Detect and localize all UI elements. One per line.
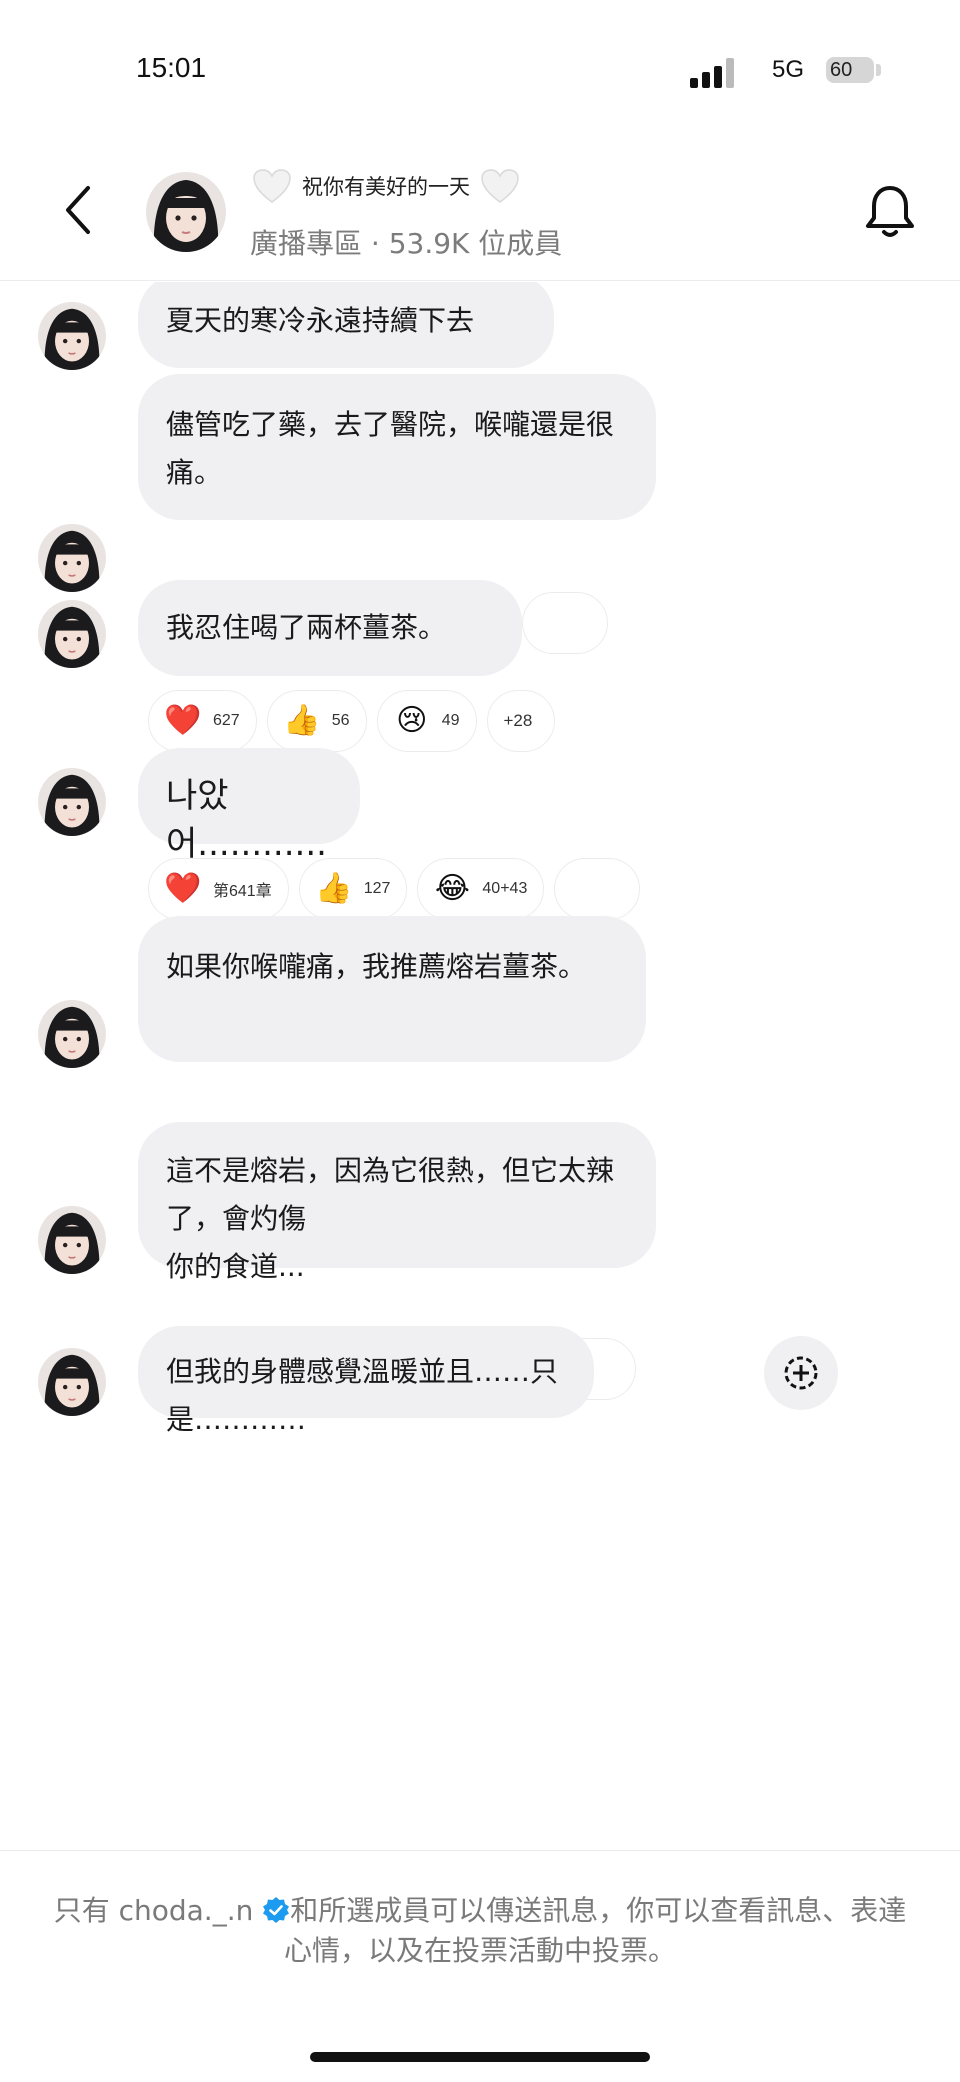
reaction-chip[interactable]: 😂 40+43	[417, 858, 545, 920]
message-bubble[interactable]: 這不是熔岩，因為它很熱，但它太辣了，會灼傷 你的食道...	[138, 1122, 656, 1283]
status-time: 15:01	[136, 52, 207, 83]
reaction-count: +28	[503, 711, 533, 730]
reaction-count: 127	[363, 880, 391, 897]
sender-avatar[interactable]	[38, 600, 106, 668]
footer-notice-area: 只有 choda._.n 和所選成員可以傳送訊息，你可以查看訊息、表達心情，以及…	[0, 1850, 960, 2082]
laughing-tears-icon: 😂	[434, 871, 470, 906]
sender-avatar[interactable]	[38, 1206, 106, 1274]
crying-face-icon: 😢	[396, 703, 428, 738]
add-reaction-button[interactable]	[764, 1336, 838, 1410]
message-item: 但我的身體感覺溫暖並且……只是…………	[0, 1326, 960, 1596]
thumbs-up-icon: 👍	[283, 703, 321, 738]
channel-header: 祝你有美好的一天 廣播專區 · 53.9K 位成員	[0, 140, 960, 281]
chevron-left-icon	[66, 186, 90, 234]
reaction-chip[interactable]: +28	[486, 690, 555, 752]
reaction-chip[interactable]: 👍 56	[266, 690, 367, 752]
reaction-count: 第641章	[213, 883, 272, 900]
network-label: 5G	[772, 56, 805, 83]
sender-avatar[interactable]	[38, 302, 106, 370]
sender-avatar[interactable]	[38, 1348, 106, 1416]
reaction-count: 56	[331, 712, 350, 729]
message-item: 나았어............ ❤️ 第641章 👍 127 😂 40+43	[0, 748, 960, 928]
notice-text-pre: 只有 choda._.n	[53, 1894, 263, 1927]
status-bar: 15:01 5G 60	[0, 0, 960, 130]
notice-text-post: 和所選成員可以傳送訊息，你可以查看訊息、表達心情，以及在投票活動中投票。	[283, 1894, 907, 1967]
back-button[interactable]	[58, 180, 98, 240]
verified-badge-icon	[263, 1897, 290, 1923]
reaction-chip[interactable]: ❤️ 627	[148, 690, 257, 752]
message-bubble[interactable]: 夏天的寒冷永遠持續下去	[138, 282, 554, 368]
message-bubble[interactable]: 如果你喉嚨痛，我推薦熔岩薑茶。	[138, 916, 646, 1062]
message-item: 我忍住喝了兩杯薑茶。 ❤️ 627 👍 56 😢 49 +28	[0, 580, 960, 760]
white-heart-icon	[481, 169, 519, 203]
reaction-chip[interactable]: 👍 127	[298, 858, 408, 920]
channel-title-text: 祝你有美好的一天	[302, 175, 470, 199]
message-bubble[interactable]: 儘管吃了藥，去了醫院，喉嚨還是很痛。	[138, 374, 656, 520]
home-indicator[interactable]	[310, 2052, 650, 2062]
message-feed[interactable]: 夏天的寒冷永遠持續下去❤️602😢115🖤72+22儘管吃了藥，去了醫院，喉嚨還…	[0, 282, 960, 1850]
message-bubble[interactable]: 나았어............	[138, 748, 360, 864]
red-heart-icon: ❤️	[164, 871, 202, 906]
reaction-count: 49	[441, 712, 460, 729]
red-heart-icon: ❤️	[164, 703, 202, 738]
battery-level: 60	[830, 59, 853, 81]
add-reaction-icon	[784, 1356, 818, 1390]
reaction-count: 40+43	[482, 880, 528, 897]
white-heart-icon	[253, 169, 291, 203]
message-bubble[interactable]: 但我的身體感覺溫暖並且……只是…………	[138, 1326, 594, 1436]
battery-icon: 60	[826, 57, 874, 83]
thumbs-up-icon: 👍	[315, 871, 353, 906]
channel-title: 祝你有美好的一天	[252, 168, 520, 204]
reaction-chip[interactable]: 😢 49	[376, 690, 477, 752]
broadcast-notice: 只有 choda._.n 和所選成員可以傳送訊息，你可以查看訊息、表達心情，以及…	[40, 1891, 920, 1971]
channel-avatar[interactable]	[146, 172, 226, 252]
battery-tip	[876, 64, 881, 76]
sender-avatar[interactable]	[38, 1000, 106, 1068]
reaction-bar: ❤️ 第641章 👍 127 😂 40+43	[148, 858, 641, 920]
reaction-overflow-chip[interactable]	[554, 858, 641, 920]
notifications-button[interactable]	[862, 182, 918, 242]
reaction-chip[interactable]: ❤️ 第641章	[148, 858, 289, 920]
channel-subtitle: 廣播專區 · 53.9K 位成員	[250, 227, 563, 260]
reaction-count: 627	[213, 712, 240, 729]
reaction-bar: ❤️ 627 👍 56 😢 49 +28	[148, 690, 555, 752]
sender-avatar[interactable]	[38, 768, 106, 836]
message-bubble[interactable]: 我忍住喝了兩杯薑茶。	[138, 580, 522, 676]
bell-icon	[866, 186, 914, 237]
signal-icon	[690, 56, 738, 88]
